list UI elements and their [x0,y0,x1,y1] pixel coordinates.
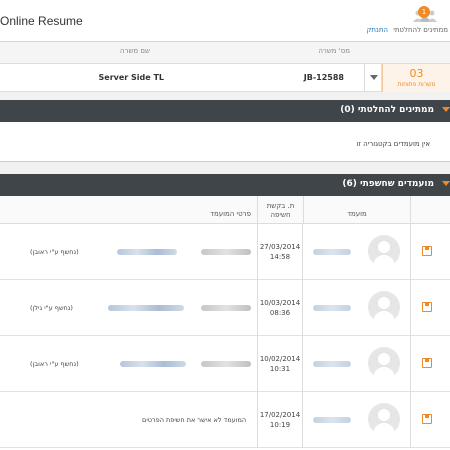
table-row[interactable]: 17/02/2014 10:19 המועמד לא אישר את חשיפת… [0,392,450,448]
details-email-redacted [117,249,177,255]
request-date: 10/02/2014 [259,355,301,363]
candidates-table: מועמד ת. בקשת חשיפה פרטי המועמד 27/03/20… [0,196,450,450]
request-date: 10/03/2014 [259,299,301,307]
avatar [368,235,400,267]
candidate-name-redacted[interactable] [313,249,351,255]
col-details: פרטי המועמד [0,196,257,224]
save-icon[interactable] [422,358,432,368]
col-request-date-line2: חשיפה [270,211,291,219]
details-phone-redacted [201,305,251,311]
collapse-arrow-icon [442,107,450,112]
request-time: 10:31 [269,365,291,373]
exposed-section-header[interactable]: מועמדים שחשפתי (6) [0,174,450,196]
col-icon-header [411,196,450,224]
col-candidate: מועמד [303,196,411,224]
exposed-by-note: (נחשף ע"י ראובן) [30,248,79,256]
details-phone-redacted [201,249,251,255]
open-jobs-label: משרות פתוחות [397,81,436,88]
chevron-down-icon [370,75,378,80]
save-icon[interactable] [422,302,432,312]
details-email-redacted [120,361,186,367]
candidate-name-redacted[interactable] [313,305,351,311]
waiting-label: ממתינים להחלטתי [393,26,448,34]
open-jobs-count: 03 [409,67,424,80]
pending-section-body: אין מועמדים בקטגוריה זו [0,122,450,162]
col-job-no: מס' משרה [318,47,350,55]
details-phone-redacted [201,361,251,367]
request-time: 10:19 [269,421,291,429]
top-bar: Online Resume התנתק 1 ממתינים להחלטתי [0,0,450,42]
avatar [368,291,400,323]
open-jobs-counter[interactable]: 03 משרות פתוחות [382,64,450,92]
avatar [368,403,400,435]
waiting-decision-button[interactable]: 1 ממתינים להחלטתי [388,4,448,38]
request-time: 14:58 [269,253,291,261]
col-request-date: ת. בקשת חשיפה [257,196,303,224]
candidate-name-redacted[interactable] [313,417,351,423]
collapse-arrow-icon [442,181,450,186]
save-icon[interactable] [422,246,432,256]
exposed-section-title: מועמדים שחשפתי (6) [342,179,434,189]
table-row[interactable]: 27/03/2014 14:58 (נחשף ע"י ראובן) [0,224,450,280]
save-icon[interactable] [422,414,432,424]
empty-message: אין מועמדים בקטגוריה זו [356,140,430,148]
app-title: Online Resume [0,14,83,28]
avatar [368,347,400,379]
col-job-name: שם משרה [119,47,150,55]
table-row[interactable]: 10/03/2014 08:36 (נחשף ע"י גילן) [0,280,450,336]
job-name: Server Side TL [98,73,165,82]
logout-link[interactable]: התנתק [366,26,388,34]
job-number: JB-12588 [303,73,344,82]
col-request-date-line1: ת. בקשת [266,202,295,210]
job-dropdown[interactable] [364,64,382,92]
request-date: 27/03/2014 [259,243,301,251]
exposed-by-note: (נחשף ע"י ראובן) [30,360,79,368]
exposed-by-note: (נחשף ע"י גילן) [30,304,73,312]
job-table-header: מס' משרה שם משרה [0,42,450,64]
request-time: 08:36 [269,309,291,317]
details-email-redacted [108,305,184,311]
notification-badge: 1 [418,6,430,18]
candidate-name-redacted[interactable] [313,361,351,367]
job-row: 03 משרות פתוחות JB-12588 Server Side TL [0,64,450,92]
pending-section-title: ממתינים להחלטתי (0) [340,105,434,115]
request-date: 17/02/2014 [259,411,301,419]
not-approved-note: המועמד לא אישר את חשיפת הפרטים [142,416,247,424]
table-row[interactable]: 10/02/2014 10:31 (נחשף ע"י ראובן) [0,336,450,392]
pending-section-header[interactable]: ממתינים להחלטתי (0) [0,100,450,122]
